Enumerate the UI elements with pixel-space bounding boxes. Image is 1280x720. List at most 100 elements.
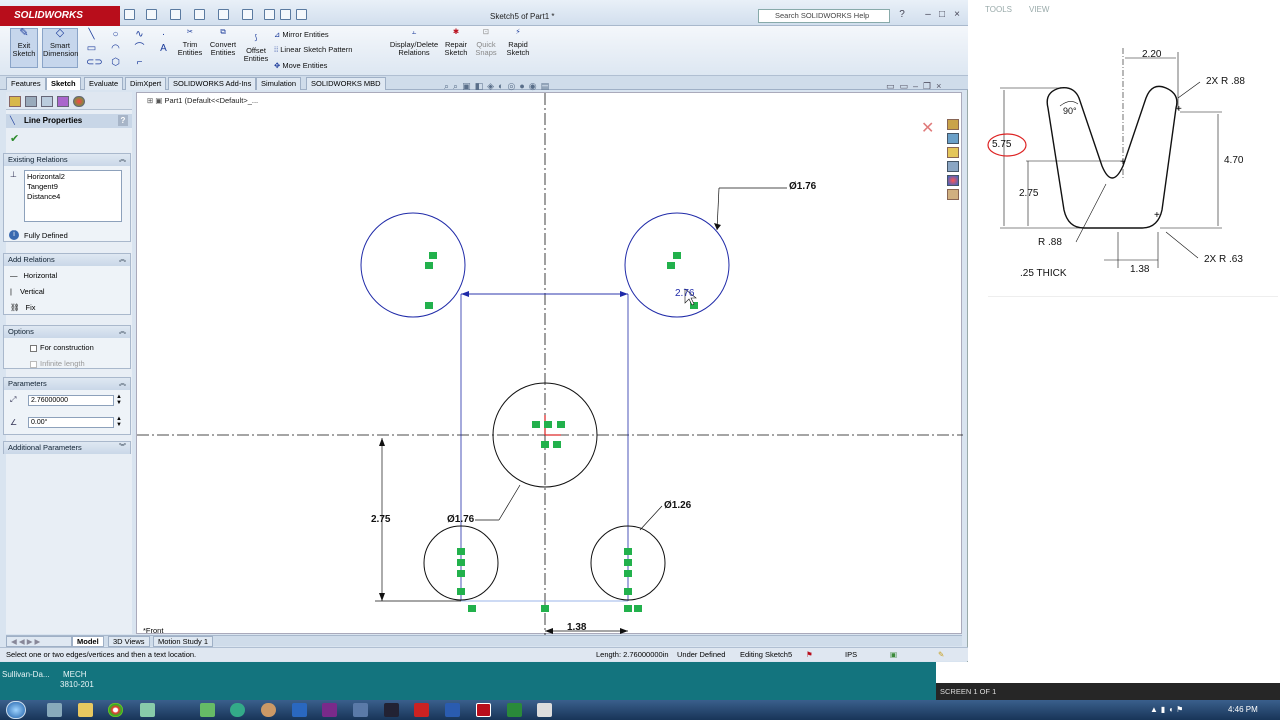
feature-manager-icon[interactable] [9, 96, 21, 107]
circle-tool-icon[interactable]: ○ [110, 30, 121, 40]
dim-d-bottom-left[interactable]: Ø1.76 [447, 514, 474, 525]
clock[interactable]: 4:46 PM [1228, 705, 1258, 714]
tab-addins[interactable]: SOLIDWORKS Add-Ins [168, 77, 257, 90]
tab-3d-views[interactable]: 3D Views [108, 636, 150, 647]
tab-model[interactable]: Model [72, 636, 104, 647]
polygon-tool-icon[interactable]: ⬡ [110, 58, 121, 68]
length-spinner-icon[interactable]: ▲ ▼ [116, 394, 122, 406]
taskbar-app-icon[interactable] [140, 703, 155, 717]
offset-entities-button[interactable]: ⟆ Offset Entities [242, 34, 270, 63]
list-item[interactable]: Horizontal2 [27, 172, 65, 181]
arc-tool-icon[interactable]: ◠ [110, 44, 121, 54]
smart-dimension-button[interactable]: ◇ Smart Dimension [42, 28, 78, 68]
system-tray[interactable]: ▲▮◖⚑ [1150, 705, 1186, 714]
new-icon[interactable] [124, 9, 135, 20]
spline-tool-icon[interactable]: ∿ [134, 30, 145, 40]
zoom-area-icon[interactable]: ⌕ [453, 81, 462, 91]
help-icon[interactable]: ? [118, 115, 128, 126]
trim-entities-button[interactable]: ✂ Trim Entities [176, 28, 204, 57]
line-tool-icon[interactable]: ╲ [86, 30, 97, 40]
dim-d-bottom-right[interactable]: Ø1.26 [664, 500, 691, 511]
viewport-controls[interactable]: ▭▭–❐× [886, 81, 946, 92]
print-icon[interactable] [194, 9, 205, 20]
mirror-entities-button[interactable]: ⊿ Mirror Entities [274, 30, 329, 39]
view-orientation-icon[interactable]: ◈ [487, 81, 498, 91]
tab-features[interactable]: Features [6, 77, 46, 90]
custom-properties-icon[interactable] [947, 189, 959, 200]
previous-view-icon[interactable]: ▣ [462, 81, 475, 91]
notes-icon[interactable]: ✎ [938, 648, 944, 661]
dimxpert-manager-icon[interactable] [57, 96, 69, 107]
existing-relations-header[interactable]: Existing Relations ︽ [4, 154, 130, 166]
circle-top-left[interactable] [360, 212, 466, 318]
design-library-icon[interactable] [947, 133, 959, 144]
options-icon[interactable] [296, 9, 307, 20]
edit-appearance-icon[interactable]: ● [519, 81, 528, 91]
scenes-icon[interactable]: ◉ [529, 81, 541, 91]
view-palette-icon[interactable] [947, 161, 959, 172]
plane-tool-icon[interactable]: ⌐ [134, 58, 145, 68]
zoom-to-fit-icon[interactable]: ⌕ [444, 81, 453, 91]
move-entities-button[interactable]: ✥ Move Entities [274, 61, 327, 70]
convert-entities-button[interactable]: ⧉ Convert Entities [206, 28, 240, 57]
rebuild-icon[interactable] [264, 9, 275, 20]
tray-icon[interactable]: ▲ [1150, 705, 1161, 714]
close-icon[interactable]: × [936, 81, 946, 91]
options-header[interactable]: Options ︽ [4, 326, 130, 338]
exit-sketch-button[interactable]: ✎ Exit Sketch [10, 28, 38, 68]
text-tool-icon[interactable]: A [158, 44, 169, 54]
taskbar-app-icon[interactable] [261, 703, 276, 717]
fillet-tool-icon[interactable]: ⌒ [134, 44, 145, 54]
dim-d-top-right[interactable]: Ø1.76 [789, 181, 816, 192]
tab-mbd[interactable]: SOLIDWORKS MBD [306, 77, 386, 90]
additional-parameters-header[interactable]: Additional Parameters ︾ [4, 442, 130, 454]
add-fix-relation[interactable]: ⛓ Fix [10, 303, 36, 312]
rectangle-tool-icon[interactable]: ▭ [86, 44, 97, 54]
angle-input[interactable]: 0.00° [28, 417, 114, 428]
tile-icon[interactable]: ▭ [900, 81, 914, 91]
resources-icon[interactable] [947, 119, 959, 130]
ok-check-icon[interactable]: ✔ [10, 132, 19, 145]
close-button[interactable]: × [951, 10, 963, 21]
configuration-manager-icon[interactable] [41, 96, 53, 107]
file-explorer-icon[interactable] [947, 147, 959, 158]
tab-dimxpert[interactable]: DimXpert [125, 77, 167, 90]
file-properties-icon[interactable] [280, 9, 291, 20]
list-item[interactable]: Distance4 [27, 192, 60, 201]
start-button[interactable] [6, 701, 26, 719]
taskbar-app-icon[interactable] [537, 703, 552, 717]
select-icon[interactable] [242, 9, 253, 20]
parameters-header[interactable]: Parameters ︽ [4, 378, 130, 390]
taskbar-app-icon[interactable] [230, 703, 245, 717]
infinite-length-checkbox[interactable]: Infinite length [30, 359, 85, 368]
save-icon[interactable] [170, 9, 181, 20]
dim-vertical[interactable]: 2.75 [371, 514, 390, 525]
point-tool-icon[interactable]: · [158, 30, 169, 40]
slot-tool-icon[interactable]: ⊂⊃ [86, 58, 103, 68]
search-help-input[interactable]: Search SOLIDWORKS Help [758, 9, 890, 23]
restore-icon[interactable]: ❐ [923, 81, 936, 91]
minimize-button[interactable]: – [922, 10, 934, 21]
tab-sketch[interactable]: Sketch [46, 77, 81, 90]
display-delete-relations-button[interactable]: ⫠ Display/Delete Relations [388, 28, 440, 57]
view-settings-icon[interactable]: ▤ [541, 81, 554, 91]
appearances-icon[interactable] [947, 175, 959, 186]
quick-snaps-button[interactable]: ⊡ Quick Snaps [472, 28, 500, 57]
minimize-icon[interactable]: – [913, 81, 923, 91]
circle-top-right[interactable] [624, 212, 730, 318]
section-view-icon[interactable]: ◧ [475, 81, 488, 91]
taskbar-app-icon[interactable] [384, 703, 399, 717]
chrome-icon[interactable] [108, 703, 123, 717]
rebuild-status-icon[interactable]: ⚑ [806, 648, 813, 661]
solidworks-taskbar-icon[interactable] [476, 703, 491, 717]
units-selector[interactable]: IPS [845, 648, 857, 661]
taskbar-app-icon[interactable] [507, 703, 522, 717]
display-manager-icon[interactable] [73, 96, 85, 107]
graphics-area[interactable]: ⊞ ▣ Part1 (Default<<Default>_... ✕ Ø1.76… [136, 92, 963, 635]
help-icon[interactable]: ? [896, 10, 908, 21]
length-input[interactable]: 2.76000000 [28, 395, 114, 406]
acrobat-icon[interactable] [414, 703, 429, 717]
exit-sketch-corner-icon[interactable]: ✕ [921, 120, 934, 137]
viewport-icon[interactable]: ▭ [886, 81, 900, 91]
dim-horizontal[interactable]: 1.38 [567, 622, 586, 633]
